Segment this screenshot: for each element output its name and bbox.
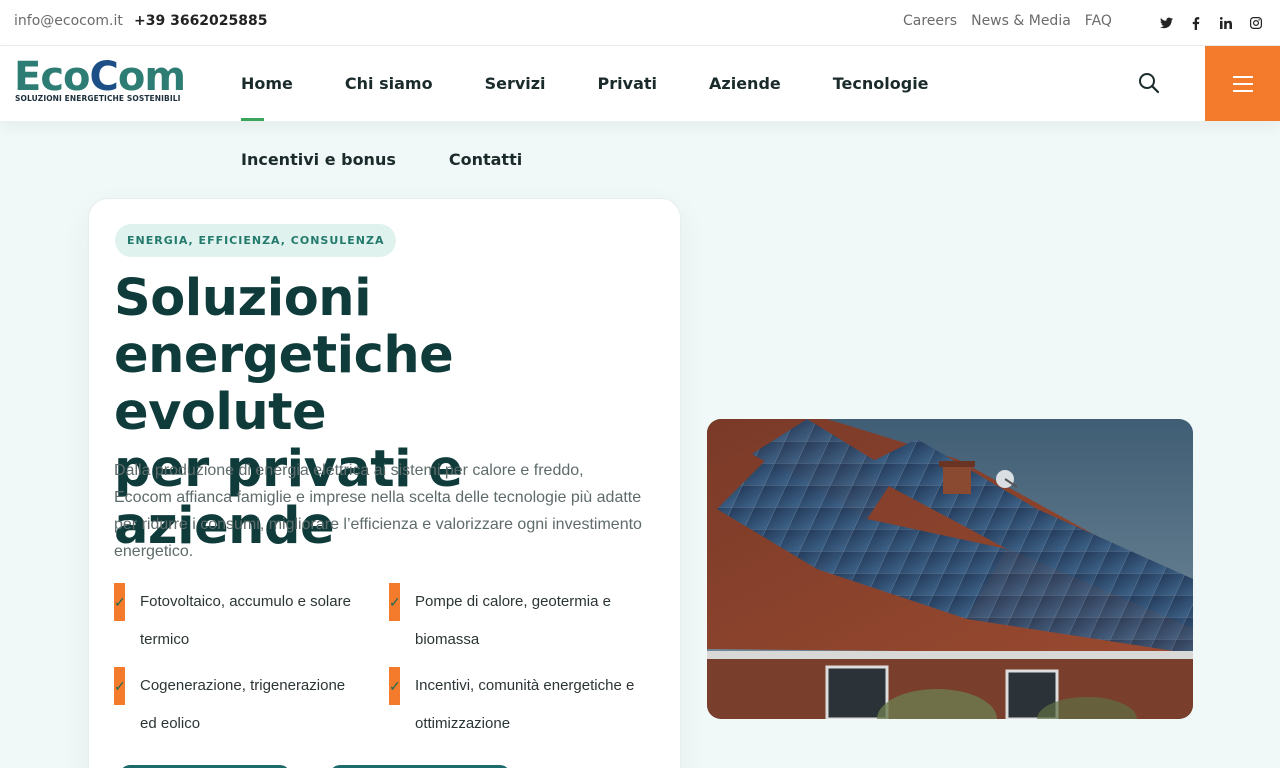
facebook-icon[interactable] bbox=[1188, 15, 1204, 31]
check-icon bbox=[389, 583, 401, 621]
careers-link[interactable]: Careers bbox=[903, 13, 957, 29]
main-nav: Home Chi siamo Servizi Privati Aziende T… bbox=[241, 46, 981, 121]
solar-roof-photo bbox=[707, 419, 1193, 719]
top-bar: info@ecocom.it +39 3662025885 Careers Ne… bbox=[0, 0, 1280, 46]
check-icon bbox=[114, 667, 126, 705]
nav-item-incentivi[interactable]: Incentivi e bonus bbox=[241, 150, 396, 169]
check-icon bbox=[389, 667, 401, 705]
menu-icon-bar bbox=[1232, 75, 1253, 78]
hero-badge: ENERGIA, EFFICIENZA, CONSULENZA bbox=[115, 224, 397, 257]
nav-item-contatti[interactable]: Contatti bbox=[449, 150, 522, 169]
menu-icon-bar bbox=[1232, 89, 1253, 92]
feature-item: Pompe di calore, geotermia e biomassa bbox=[389, 583, 634, 659]
news-media-link[interactable]: News & Media bbox=[971, 13, 1071, 29]
main-nav-row2: Incentivi e bonus Contatti bbox=[241, 150, 522, 169]
hamburger-menu-button[interactable] bbox=[1205, 46, 1280, 121]
nav-item-chi-siamo[interactable]: Chi siamo bbox=[345, 46, 433, 121]
feature-item: Fotovoltaico, accumulo e solare termico bbox=[114, 583, 359, 659]
nav-item-aziende[interactable]: Aziende bbox=[709, 46, 781, 121]
menu-icon-bar bbox=[1232, 82, 1253, 85]
search-icon[interactable] bbox=[1138, 72, 1160, 94]
main-header: EcoCom SOLUZIONI ENERGETICHE SOSTENIBILI… bbox=[0, 46, 1280, 121]
linkedin-icon[interactable] bbox=[1218, 15, 1234, 31]
feature-item: Incentivi, comunità energetiche e ottimi… bbox=[389, 667, 639, 743]
ecocom-logo[interactable]: EcoCom SOLUZIONI ENERGETICHE SOSTENIBILI bbox=[14, 54, 189, 110]
feature-item: Cogenerazione, trigenerazione ed eolico bbox=[114, 667, 359, 743]
faq-link[interactable]: FAQ bbox=[1085, 13, 1112, 29]
check-icon bbox=[114, 583, 126, 621]
instagram-icon[interactable] bbox=[1248, 15, 1264, 31]
nav-item-servizi[interactable]: Servizi bbox=[485, 46, 546, 121]
logo-tagline: SOLUZIONI ENERGETICHE SOSTENIBILI bbox=[15, 94, 181, 103]
hero-description: Dalla produzione di energia elettrica ai… bbox=[114, 462, 642, 560]
nav-item-tecnologie[interactable]: Tecnologie bbox=[833, 46, 929, 121]
social-links bbox=[1158, 15, 1264, 31]
top-links: Careers News & Media FAQ bbox=[903, 13, 1112, 29]
twitter-icon[interactable] bbox=[1158, 15, 1174, 31]
nav-item-privati[interactable]: Privati bbox=[598, 46, 657, 121]
contact-phone-link[interactable]: +39 3662025885 bbox=[134, 13, 268, 29]
nav-item-home[interactable]: Home bbox=[241, 46, 293, 121]
contact-email-link[interactable]: info@ecocom.it bbox=[14, 13, 123, 29]
